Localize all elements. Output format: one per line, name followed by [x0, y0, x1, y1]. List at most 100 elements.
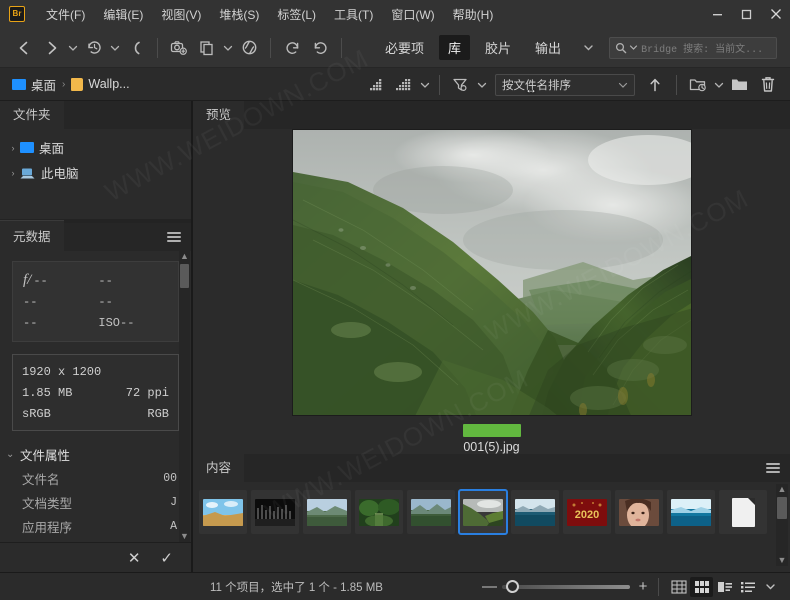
workspace-more-chevron-icon[interactable]	[581, 35, 595, 61]
workspace-output[interactable]: 输出	[526, 35, 570, 60]
filter-sort-pyramid-icon[interactable]	[391, 72, 417, 98]
maximize-button[interactable]	[732, 0, 761, 28]
minimize-button[interactable]	[703, 0, 732, 28]
recent-folder-icon[interactable]	[685, 72, 711, 98]
color-label-bar[interactable]	[463, 424, 521, 437]
bridge-window: Br 文件(F) 编辑(E) 视图(V) 堆栈(S) 标签(L) 工具(T) 窗…	[0, 0, 790, 600]
open-in-camera-raw-icon[interactable]	[236, 35, 262, 61]
thumbnail-item-10[interactable]	[667, 490, 715, 534]
svg-text:2020: 2020	[575, 509, 599, 521]
menu-item-view[interactable]: 视图(V)	[152, 2, 210, 27]
funnel-chevron-down-icon[interactable]	[475, 72, 489, 98]
list-view-button[interactable]	[736, 577, 759, 597]
tab-preview[interactable]: 预览	[193, 98, 244, 129]
tree-item-desktop[interactable]: › 桌面	[0, 135, 191, 160]
menu-item-tools[interactable]: 工具(T)	[325, 2, 382, 27]
nav-chevron-down-icon[interactable]	[66, 35, 80, 61]
metadata-menu-icon[interactable]	[167, 232, 181, 242]
sort-direction-button[interactable]	[642, 72, 668, 98]
tab-metadata[interactable]: 元数据	[0, 220, 64, 251]
content-menu-icon[interactable]	[766, 463, 780, 473]
thumbnail-item-6-selected[interactable]	[459, 490, 507, 534]
scrollbar-thumb[interactable]	[777, 497, 787, 519]
window-controls	[703, 0, 790, 28]
color-mode: RGB	[147, 407, 169, 421]
breadcrumb-desktop[interactable]: 桌面	[12, 75, 56, 94]
thumbnail-item-11-document[interactable]	[719, 490, 767, 534]
menu-item-file[interactable]: 文件(F)	[37, 2, 94, 27]
menu-item-label[interactable]: 标签(L)	[268, 2, 325, 27]
content-scrollbar[interactable]: ▲ ▼	[776, 484, 788, 566]
recent-history-icon[interactable]	[81, 35, 107, 61]
file-properties-header[interactable]: ⌄ 文件属性	[6, 445, 191, 464]
filter-chevron-down-icon[interactable]	[418, 72, 432, 98]
metadata-scrollbar[interactable]: ▲ ▼	[179, 251, 190, 542]
back-icon[interactable]	[11, 35, 37, 61]
refine-chevron-down-icon[interactable]	[221, 35, 235, 61]
thumbnail-item-8[interactable]: 2020	[563, 490, 611, 534]
view-more-chevron-icon[interactable]	[759, 577, 782, 597]
menu-item-stacks[interactable]: 堆栈(S)	[210, 2, 268, 27]
thumbnail-item-2[interactable]	[251, 490, 299, 534]
metadata-cancel-button[interactable]: ✕	[128, 549, 141, 567]
resolution: 72 ppi	[126, 386, 169, 400]
new-folder-icon[interactable]	[727, 72, 753, 98]
breadcrumb-wallpaper[interactable]: Wallp...	[71, 77, 129, 91]
zoom-slider-knob[interactable]	[506, 580, 519, 593]
twisty-icon[interactable]: ›	[6, 168, 20, 178]
menu-item-edit[interactable]: 编辑(E)	[94, 2, 152, 27]
rotate-clockwise-icon[interactable]	[307, 35, 333, 61]
thumbnail-item-4[interactable]	[355, 490, 403, 534]
scrollbar-thumb[interactable]	[180, 264, 189, 288]
delete-icon[interactable]	[755, 72, 781, 98]
workspace-essentials[interactable]: 必要项	[376, 35, 433, 60]
metadata-apply-button[interactable]: ✓	[160, 549, 173, 567]
rotate-counterclockwise-icon[interactable]	[279, 35, 305, 61]
workspace-libraries[interactable]: 库	[439, 35, 470, 60]
thumbnail-item-9[interactable]	[615, 490, 663, 534]
filter-rating-icon[interactable]	[363, 72, 389, 98]
thumbnail-image	[203, 499, 243, 526]
thumbnail-item-1[interactable]	[199, 490, 247, 534]
scroll-down-icon[interactable]: ▼	[778, 555, 787, 566]
thumbnail-view-button[interactable]	[690, 577, 713, 597]
sort-order-select[interactable]: 按文件名排序	[495, 74, 635, 96]
tree-item-desktop-label: 桌面	[39, 138, 64, 157]
scroll-down-icon[interactable]: ▼	[180, 531, 189, 542]
search-scope-chevron-icon	[629, 43, 638, 52]
thumbnail-item-7[interactable]	[511, 490, 559, 534]
get-photos-from-camera-icon[interactable]	[166, 35, 192, 61]
workspace-filmstrip[interactable]: 胶片	[476, 35, 520, 60]
thumbnail-item-3[interactable]	[303, 490, 351, 534]
zoom-out-button[interactable]: —	[482, 578, 496, 595]
details-view-button[interactable]	[713, 577, 736, 597]
recent-chevron-down-icon[interactable]	[108, 35, 122, 61]
forward-icon[interactable]	[39, 35, 65, 61]
search-input[interactable]: Bridge 搜索: 当前文...	[609, 37, 777, 59]
grid-view-button[interactable]	[667, 577, 690, 597]
thumbnail-item-5[interactable]	[407, 490, 455, 534]
tab-folders[interactable]: 文件夹	[0, 98, 64, 129]
recent-folder-chevron-icon[interactable]	[712, 72, 726, 98]
preview-image[interactable]	[292, 129, 692, 416]
zoom-slider-track[interactable]	[502, 585, 630, 589]
thumbnail-size-slider[interactable]: — +	[482, 578, 650, 595]
close-button[interactable]	[761, 0, 790, 28]
filter-funnel-icon[interactable]	[448, 72, 474, 98]
tree-item-this-pc[interactable]: › 此电脑	[0, 160, 191, 185]
menu-item-window[interactable]: 窗口(W)	[382, 2, 443, 27]
preview-image-area: 001(5).jpg	[193, 129, 790, 454]
thumbnail-image	[463, 499, 503, 526]
scroll-up-icon[interactable]: ▲	[180, 251, 189, 262]
refine-batch-icon[interactable]	[194, 35, 220, 61]
twisty-icon[interactable]: ›	[6, 143, 20, 153]
statusbar-divider	[658, 578, 659, 596]
dimensions-placard: 1920 x 1200 1.85 MB 72 ppi sRGB RGB	[12, 354, 179, 431]
tab-content[interactable]: 内容	[193, 451, 244, 482]
go-parent-folder-icon[interactable]	[123, 35, 149, 61]
properties-twisty-icon[interactable]: ⌄	[6, 449, 20, 460]
zoom-in-button[interactable]: +	[636, 578, 650, 595]
image-dimensions: 1920 x 1200	[22, 365, 101, 379]
menu-item-help[interactable]: 帮助(H)	[444, 2, 503, 27]
scroll-up-icon[interactable]: ▲	[778, 484, 787, 495]
